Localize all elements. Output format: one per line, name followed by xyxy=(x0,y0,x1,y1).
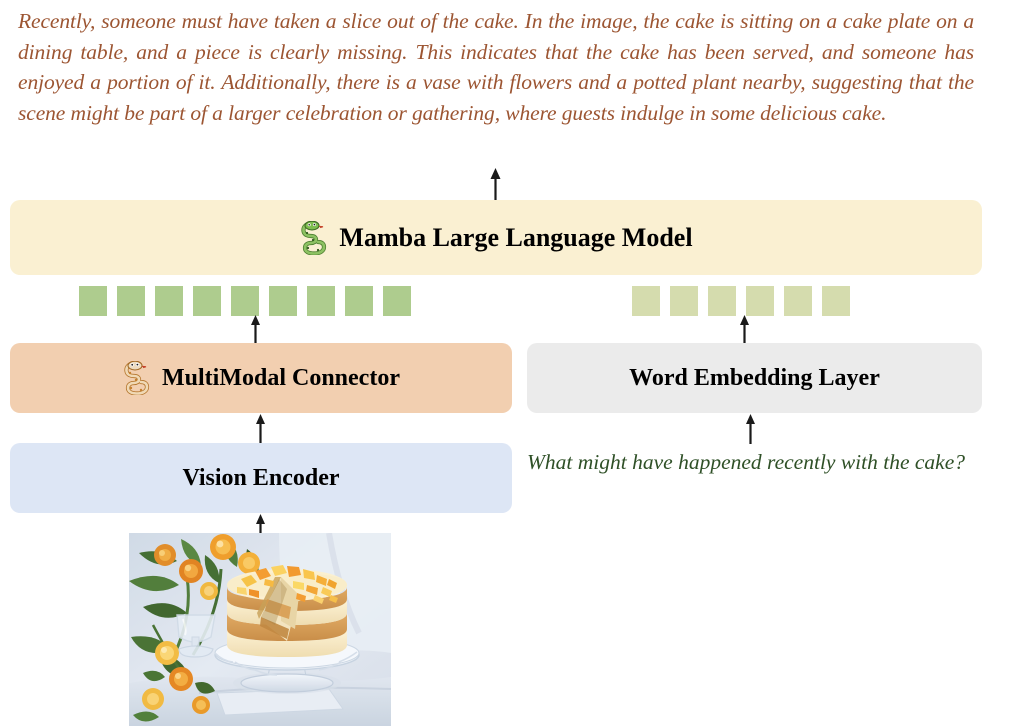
vision-token xyxy=(155,286,183,316)
arrow-text-tokens-to-mamba xyxy=(738,315,751,345)
multimodal-connector-box[interactable]: MultiModal Connector xyxy=(10,343,512,413)
text-token xyxy=(822,286,850,316)
vision-token xyxy=(345,286,373,316)
green-snake-icon xyxy=(299,220,329,255)
text-token xyxy=(670,286,698,316)
mamba-llm-box[interactable]: Mamba Large Language Model xyxy=(10,200,982,275)
arrow-vision-tokens-to-mamba xyxy=(249,315,262,345)
text-token xyxy=(746,286,774,316)
arrow-vision-encoder-to-connector xyxy=(254,414,267,444)
text-token-row xyxy=(632,286,850,316)
word-embedding-layer-box[interactable]: Word Embedding Layer xyxy=(527,343,982,413)
arrow-question-to-word-embedding xyxy=(744,414,757,444)
vision-encoder-box[interactable]: Vision Encoder xyxy=(10,443,512,513)
vision-token-row xyxy=(79,286,411,316)
vision-token xyxy=(307,286,335,316)
mamba-llm-label: Mamba Large Language Model xyxy=(339,222,693,252)
vision-token xyxy=(193,286,221,316)
vision-token xyxy=(269,286,297,316)
multimodal-connector-label: MultiModal Connector xyxy=(162,364,400,391)
vision-token xyxy=(383,286,411,316)
vision-token xyxy=(117,286,145,316)
vision-encoder-label: Vision Encoder xyxy=(182,464,340,491)
word-embedding-layer-label: Word Embedding Layer xyxy=(629,364,880,391)
text-token xyxy=(784,286,812,316)
orange-snake-icon xyxy=(122,361,152,395)
text-token xyxy=(632,286,660,316)
cake-photo xyxy=(129,533,391,726)
vision-token xyxy=(79,286,107,316)
arrow-mamba-to-response xyxy=(489,168,502,202)
model-response-text: Recently, someone must have taken a slic… xyxy=(18,9,974,125)
text-token xyxy=(708,286,736,316)
user-question-text: What might have happened recently with t… xyxy=(527,450,966,474)
vision-token xyxy=(231,286,259,316)
